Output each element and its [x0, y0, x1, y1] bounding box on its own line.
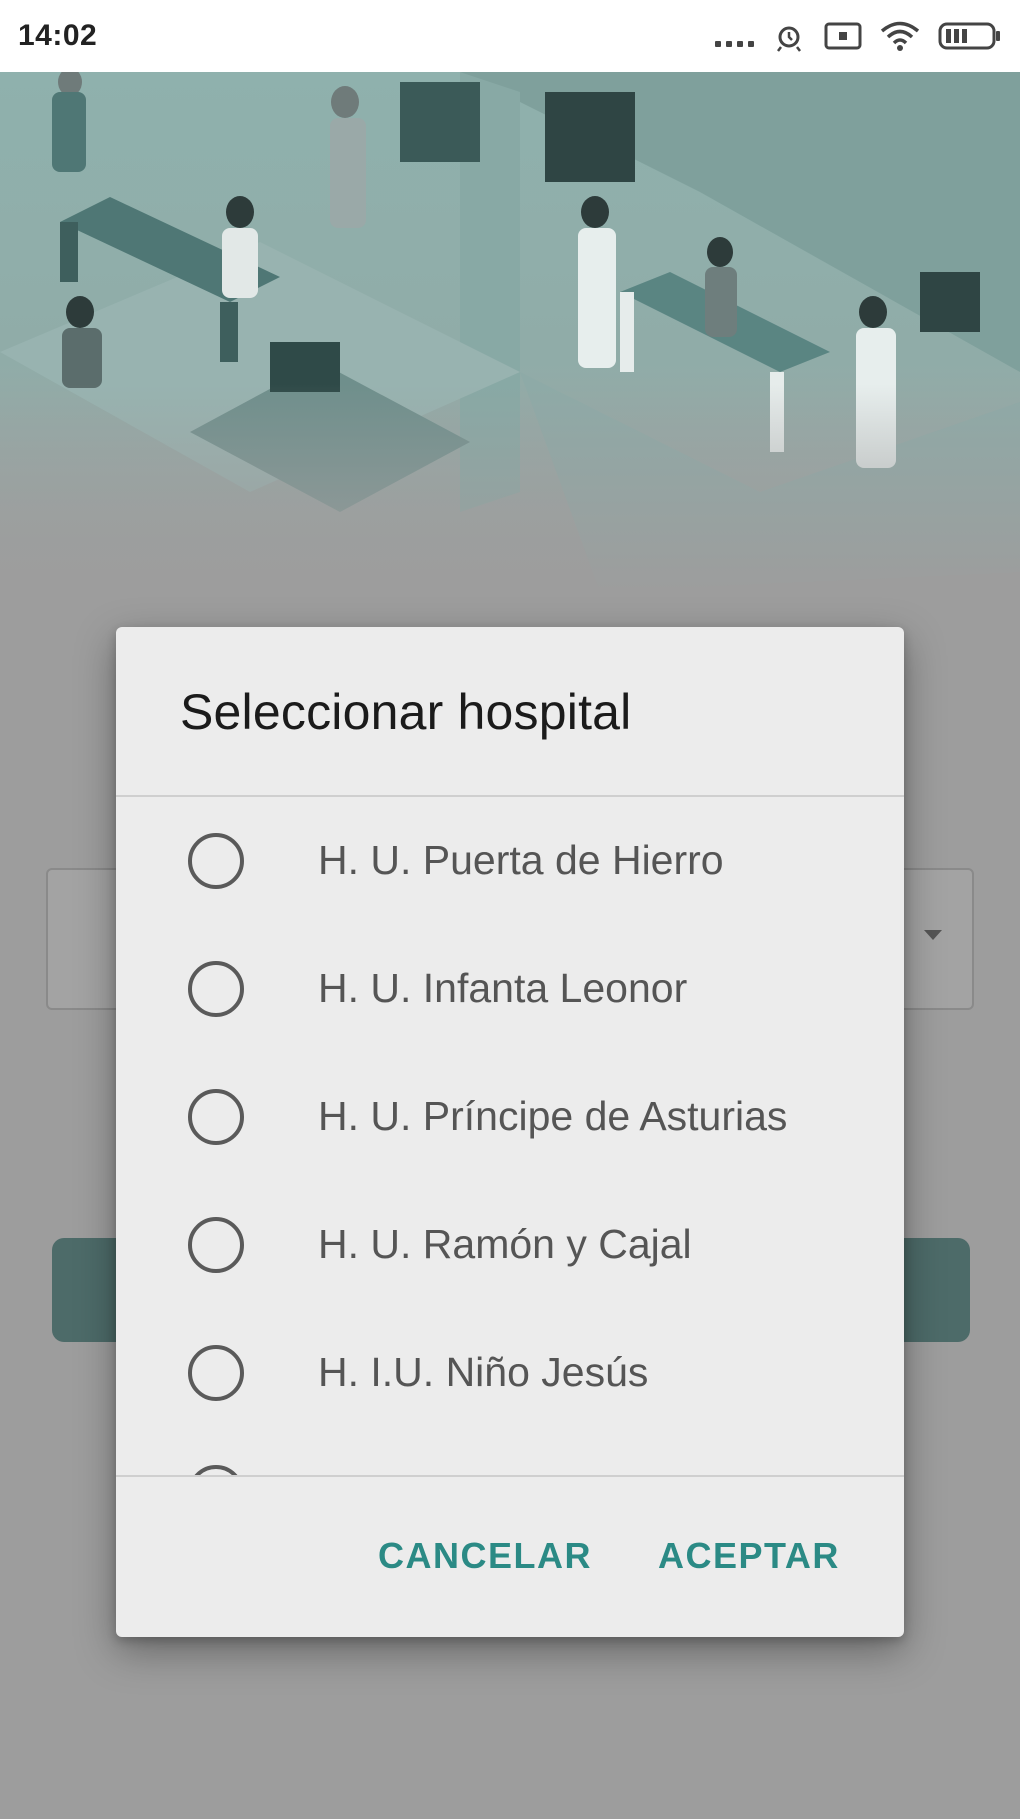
cancel-button[interactable]: CANCELAR [378, 1535, 592, 1577]
hospital-option-label[interactable]: H. U. Príncipe de Asturias [318, 1093, 787, 1140]
hospital-option-partial[interactable] [116, 1355, 904, 1475]
radio-button[interactable] [188, 1217, 244, 1273]
status-time: 14:02 [18, 19, 98, 52]
wifi-icon [880, 21, 920, 51]
dropdown-arrow-icon [924, 930, 942, 940]
battery-icon [938, 22, 1000, 50]
hospital-option-label[interactable]: H. U. Puerta de Hierro [318, 837, 724, 884]
radio-button[interactable] [188, 1465, 244, 1475]
hospital-option[interactable]: H. U. Puerta de Hierro [116, 797, 904, 925]
radio-button[interactable] [188, 961, 244, 1017]
hospital-options-list[interactable]: H. U. Puerta de Hierro H. U. Infanta Leo… [116, 797, 904, 1475]
alarm-icon [777, 26, 801, 52]
radio-button[interactable] [188, 833, 244, 889]
screen: 14:02 Seleccionar hospital H. U. Puerta … [0, 0, 1020, 1819]
dialog-actions: CANCELAR ACEPTAR [116, 1477, 904, 1637]
screen-icon [824, 22, 862, 50]
accept-button[interactable]: ACEPTAR [658, 1535, 840, 1577]
status-bar: 14:02 [0, 0, 1020, 72]
radio-button[interactable] [188, 1089, 244, 1145]
hospital-option[interactable]: H. U. Infanta Leonor [116, 925, 904, 1053]
illustration-art [0, 72, 1020, 592]
hospital-option-label[interactable]: H. U. Infanta Leonor [318, 965, 687, 1012]
hospital-option-label[interactable]: H. U. Ramón y Cajal [318, 1221, 692, 1268]
signal-dots-icon [715, 21, 754, 51]
hospital-option[interactable]: H. U. Príncipe de Asturias [116, 1053, 904, 1181]
hospital-waiting-room-illustration [0, 72, 1020, 592]
status-icons [715, 19, 1002, 53]
select-hospital-dialog: Seleccionar hospital H. U. Puerta de Hie… [116, 627, 904, 1637]
hospital-option[interactable]: H. U. Ramón y Cajal [116, 1181, 904, 1309]
dialog-title: Seleccionar hospital [180, 684, 632, 740]
